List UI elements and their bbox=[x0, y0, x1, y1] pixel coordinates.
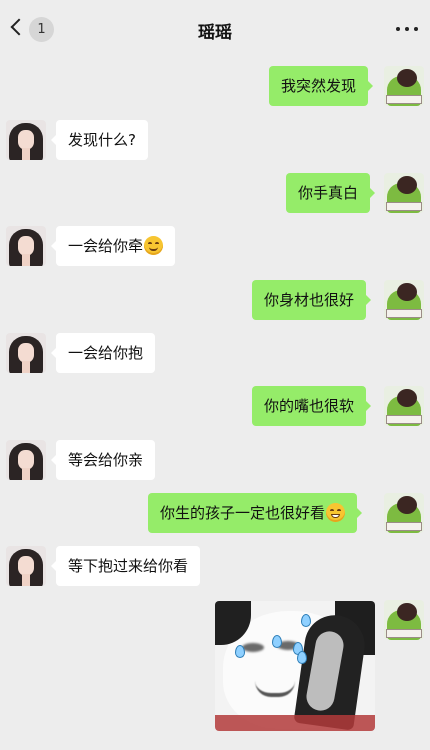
message-bubble-incoming[interactable]: 等下抱过来给你看 bbox=[50, 546, 201, 586]
my-avatar[interactable] bbox=[384, 173, 424, 213]
message-bubble-outgoing[interactable]: 你的嘴也很软 bbox=[252, 386, 372, 426]
more-dots-icon[interactable] bbox=[396, 27, 418, 32]
message-bubble-incoming[interactable]: 一会给你抱 bbox=[50, 333, 156, 373]
contact-avatar[interactable] bbox=[6, 440, 46, 480]
contact-avatar[interactable] bbox=[6, 120, 46, 160]
sticker-red-strip bbox=[215, 715, 375, 731]
message-bubble-incoming[interactable]: 等会给你亲 bbox=[50, 440, 156, 480]
chat-header: 1 瑶瑶 bbox=[0, 0, 430, 58]
my-avatar[interactable] bbox=[384, 280, 424, 320]
my-avatar[interactable] bbox=[384, 66, 424, 106]
my-avatar[interactable] bbox=[384, 386, 424, 426]
message-bubble-outgoing[interactable]: 你身材也很好 bbox=[252, 280, 372, 320]
message-text: 一会给你牵 bbox=[68, 237, 144, 255]
sweat-drop-icon bbox=[235, 645, 245, 658]
panda-face-sweat-sticker[interactable] bbox=[215, 601, 375, 731]
sticker-eye-left bbox=[242, 643, 264, 652]
message-text: 你生的孩子一定也很好看 bbox=[160, 504, 326, 522]
sweat-drop-icon bbox=[272, 635, 282, 648]
message-bubble-outgoing[interactable]: 我突然发现 bbox=[269, 66, 374, 106]
contact-avatar[interactable] bbox=[6, 333, 46, 373]
sweat-drop-icon bbox=[301, 614, 311, 627]
message-bubble-outgoing[interactable]: 你手真白 bbox=[286, 173, 376, 213]
chat-title: 瑶瑶 bbox=[198, 23, 232, 43]
contact-avatar[interactable] bbox=[6, 226, 46, 266]
smile-emoji-icon bbox=[144, 235, 164, 255]
message-bubble-incoming[interactable]: 一会给你牵 bbox=[50, 226, 176, 266]
message-bubble-incoming[interactable]: 发现什么? bbox=[51, 120, 148, 160]
sweat-drop-icon bbox=[297, 651, 307, 664]
contact-avatar[interactable] bbox=[6, 546, 46, 586]
my-avatar[interactable] bbox=[384, 600, 424, 640]
my-avatar[interactable] bbox=[384, 493, 424, 533]
message-bubble-outgoing[interactable]: 你生的孩子一定也很好看 bbox=[148, 493, 363, 533]
grin-emoji-icon bbox=[326, 502, 346, 522]
